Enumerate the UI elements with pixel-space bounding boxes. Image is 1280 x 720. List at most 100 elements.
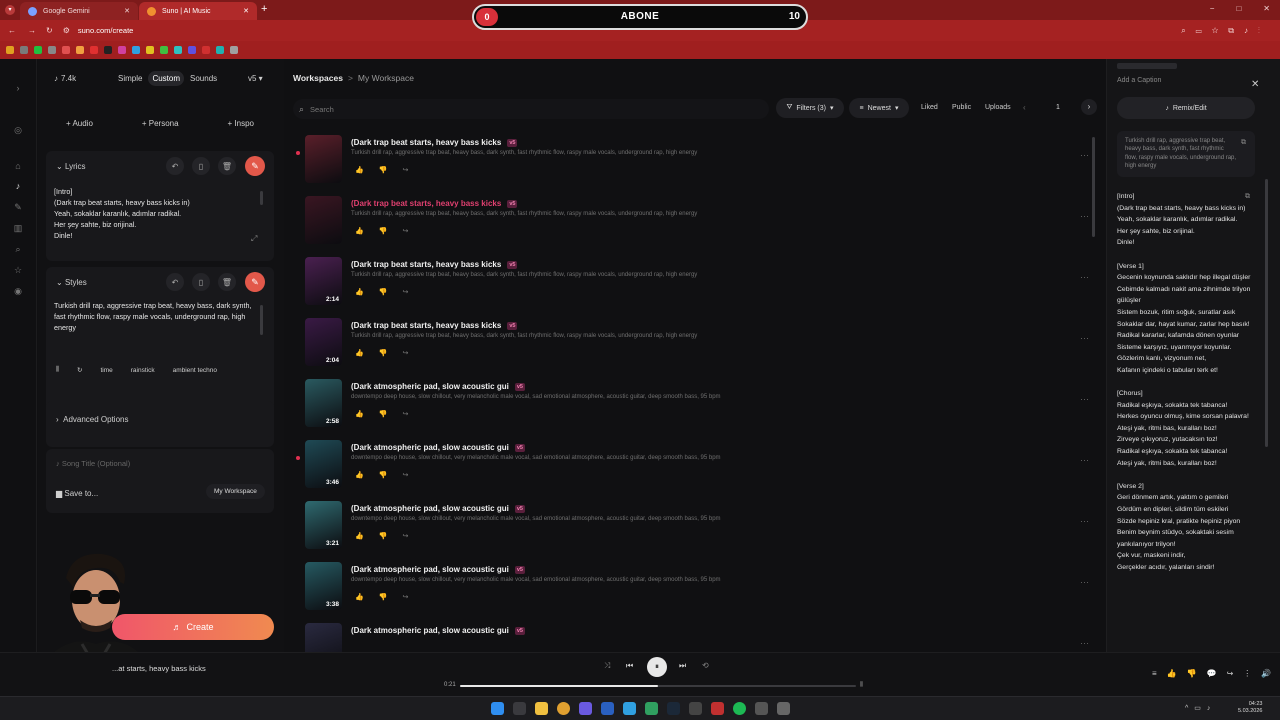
- song-cover[interactable]: [305, 196, 342, 244]
- like-icon[interactable]: 👍: [355, 471, 364, 479]
- library-icon[interactable]: ▥: [12, 223, 24, 235]
- volume-icon[interactable]: 🔊: [1261, 669, 1271, 678]
- song-cover[interactable]: 3:38: [305, 562, 342, 610]
- create-icon[interactable]: ♪: [12, 181, 24, 193]
- waveform-icon[interactable]: ⫼: [860, 682, 863, 689]
- bookmark-icon[interactable]: [20, 46, 28, 54]
- trash-icon[interactable]: 🗑: [218, 157, 236, 175]
- song-cover[interactable]: 3:46: [305, 440, 342, 488]
- queue-icon[interactable]: ≡: [1152, 669, 1157, 678]
- add-caption[interactable]: Add a Caption: [1117, 77, 1161, 84]
- share-icon[interactable]: ↪: [1227, 669, 1234, 678]
- bookmark-icon[interactable]: [146, 46, 154, 54]
- close-tab-icon[interactable]: ✕: [124, 7, 130, 15]
- bookmark-icon[interactable]: [160, 46, 168, 54]
- search-icon[interactable]: [513, 702, 526, 715]
- song-row[interactable]: 3:21 (Dark atmospheric pad, slow acoustic…: [305, 501, 1095, 561]
- song-cover[interactable]: 2:14: [305, 257, 342, 305]
- song-title[interactable]: (Dark trap beat starts, heavy bass kicks…: [351, 321, 518, 330]
- song-title[interactable]: (Dark atmospheric pad, slow acoustic gui…: [351, 626, 525, 635]
- like-icon[interactable]: 👍: [355, 288, 364, 296]
- workspace-select[interactable]: My Workspace: [206, 484, 265, 499]
- song-title[interactable]: (Dark atmospheric pad, slow acoustic gui…: [351, 565, 525, 574]
- advanced-options[interactable]: › Advanced Options: [46, 401, 274, 437]
- trash-icon[interactable]: 🗑: [218, 273, 236, 291]
- bookmark-icon[interactable]: [188, 46, 196, 54]
- toolbar-icons[interactable]: ⌕▭☆⧉♪⋮: [1181, 26, 1270, 36]
- spotify-icon[interactable]: [733, 702, 746, 715]
- styles-input[interactable]: Turkish drill rap, aggressive trap beat,…: [54, 300, 254, 333]
- share-icon[interactable]: ↪: [402, 288, 408, 296]
- share-icon[interactable]: ↪: [402, 593, 408, 601]
- home-icon[interactable]: ⌂: [12, 161, 24, 173]
- generate-styles-button[interactable]: ✎: [245, 272, 265, 292]
- bookmark-icon[interactable]: [230, 46, 238, 54]
- bookmark-icon[interactable]: [118, 46, 126, 54]
- notifications-icon[interactable]: ◉: [12, 286, 24, 298]
- dislike-icon[interactable]: 👎: [379, 288, 388, 296]
- credits-counter[interactable]: ♪ 7.4k: [54, 74, 76, 83]
- undo-icon[interactable]: ↶: [166, 273, 184, 291]
- like-icon[interactable]: 👍: [355, 593, 364, 601]
- minimize-button[interactable]: −: [1210, 4, 1215, 13]
- copy-icon[interactable]: ▯: [192, 157, 210, 175]
- page-number[interactable]: 1: [1056, 104, 1060, 111]
- generate-lyrics-button[interactable]: ✎: [245, 156, 265, 176]
- song-row[interactable]: 2:04 (Dark trap beat starts, heavy bass k…: [305, 318, 1095, 378]
- style-chip[interactable]: ambient techno: [173, 367, 217, 374]
- bookmark-icon[interactable]: [174, 46, 182, 54]
- app-icon[interactable]: [645, 702, 658, 715]
- more-options-icon[interactable]: ···: [1080, 455, 1089, 465]
- mode-sounds[interactable]: Sounds: [186, 71, 221, 86]
- search-input[interactable]: Search: [310, 105, 334, 114]
- bookmark-icon[interactable]: [6, 46, 14, 54]
- more-options-icon[interactable]: ···: [1080, 211, 1089, 221]
- bookmark-icon[interactable]: [48, 46, 56, 54]
- lyrics-toggle[interactable]: ⌄ Lyrics: [56, 162, 86, 171]
- progress-track[interactable]: [460, 685, 856, 687]
- app-icon[interactable]: [601, 702, 614, 715]
- bookmark-icon[interactable]: [216, 46, 224, 54]
- share-icon[interactable]: ↪: [402, 410, 408, 418]
- search-icon[interactable]: ⌕: [12, 244, 24, 256]
- song-title-input[interactable]: ♪ Song Title (Optional): [56, 459, 130, 468]
- lyrics-input[interactable]: [Intro] (Dark trap beat starts, heavy ba…: [54, 186, 254, 241]
- repeat-icon[interactable]: ⟲: [702, 661, 709, 670]
- song-title[interactable]: (Dark atmospheric pad, slow acoustic gui…: [351, 443, 525, 452]
- system-tray[interactable]: ^▭♪: [1185, 704, 1216, 712]
- song-row[interactable]: 2:14 (Dark trap beat starts, heavy bass k…: [305, 257, 1095, 317]
- lyrics-scrollbar[interactable]: [260, 191, 263, 205]
- dislike-icon[interactable]: 👎: [379, 593, 388, 601]
- bookmark-icon[interactable]: [132, 46, 140, 54]
- add-audio-button[interactable]: + Audio: [66, 119, 93, 128]
- maximize-button[interactable]: □: [1236, 4, 1241, 13]
- song-title[interactable]: (Dark trap beat starts, heavy bass kicks…: [351, 138, 518, 147]
- more-icon[interactable]: ⋮: [1243, 669, 1251, 678]
- clock[interactable]: 04:23 5.03.2026: [1238, 701, 1262, 715]
- bookmark-icon[interactable]: [202, 46, 210, 54]
- style-chip[interactable]: time: [100, 367, 112, 374]
- like-icon[interactable]: 👍: [355, 227, 364, 235]
- now-playing-title[interactable]: ...at starts, heavy bass kicks: [112, 664, 206, 673]
- song-title[interactable]: (Dark atmospheric pad, slow acoustic gui…: [351, 504, 525, 513]
- share-icon[interactable]: ↪: [402, 471, 408, 479]
- bookmark-icon[interactable]: [62, 46, 70, 54]
- close-tab-icon[interactable]: ✕: [243, 7, 249, 15]
- dislike-icon[interactable]: 👎: [1187, 669, 1197, 678]
- steam-icon[interactable]: [667, 702, 680, 715]
- like-icon[interactable]: 👍: [355, 349, 364, 357]
- song-cover[interactable]: 2:04: [305, 318, 342, 366]
- song-cover[interactable]: [305, 135, 342, 183]
- app-icon[interactable]: [777, 702, 790, 715]
- new-tab-button[interactable]: +: [261, 3, 267, 15]
- expand-sidebar-icon[interactable]: ›: [12, 83, 24, 95]
- share-icon[interactable]: ↪: [402, 532, 408, 540]
- start-icon[interactable]: [491, 702, 504, 715]
- mode-custom[interactable]: Custom: [148, 71, 185, 86]
- like-icon[interactable]: 👍: [1167, 669, 1177, 678]
- more-options-icon[interactable]: ···: [1080, 272, 1089, 282]
- song-row[interactable]: 3:38 (Dark atmospheric pad, slow acoustic…: [305, 562, 1095, 622]
- add-inspo-button[interactable]: + Inspo: [228, 119, 254, 128]
- tab-google-gemini[interactable]: Google Gemini ✕: [20, 2, 138, 20]
- x-icon[interactable]: [104, 46, 112, 54]
